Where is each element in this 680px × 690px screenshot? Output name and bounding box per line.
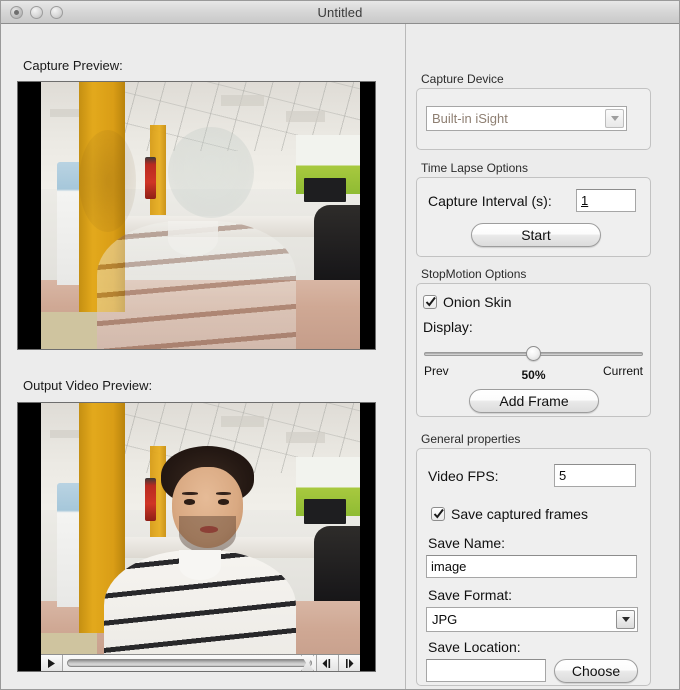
slider-min-label: Prev	[424, 364, 449, 378]
chevron-down-icon[interactable]	[605, 109, 624, 128]
slider-max-label: Current	[602, 364, 643, 378]
capture-preview-view	[17, 81, 376, 350]
video-fps-input[interactable]: 5	[554, 464, 636, 487]
chevron-down-icon[interactable]	[616, 610, 635, 629]
title-bar: Untitled	[1, 1, 679, 24]
save-frames-label: Save captured frames	[451, 506, 588, 522]
save-frames-checkbox[interactable]	[431, 507, 445, 521]
step-forward-button[interactable]	[339, 655, 361, 671]
onion-skin-label: Onion Skin	[443, 294, 512, 310]
minimize-button-icon[interactable]	[30, 5, 43, 19]
video-scrubber[interactable]	[63, 655, 317, 671]
save-format-value: JPG	[432, 612, 458, 627]
capture-preview-label: Capture Preview:	[23, 58, 123, 73]
window-title: Untitled	[317, 4, 363, 20]
step-button-group	[316, 655, 361, 671]
capture-device-value: Built-in iSight	[432, 111, 508, 126]
preview-panel: Capture Preview: Output Video Preview:	[1, 24, 405, 689]
general-group-title: General properties	[421, 432, 521, 446]
output-preview-label: Output Video Preview:	[23, 378, 153, 393]
onion-skin-checkbox[interactable]	[423, 295, 437, 309]
play-button[interactable]	[41, 655, 64, 671]
traffic-light-group	[10, 5, 63, 19]
save-name-input[interactable]: image	[426, 555, 637, 578]
save-frames-checkbox-row[interactable]: Save captured frames	[431, 506, 588, 522]
choose-button[interactable]: Choose	[554, 659, 638, 683]
time-lapse-group-title: Time Lapse Options	[421, 161, 528, 175]
onion-skin-checkbox-row[interactable]: Onion Skin	[423, 294, 511, 310]
zoom-button-icon[interactable]	[50, 5, 63, 19]
stopmotion-group-title: StopMotion Options	[421, 267, 527, 281]
start-button[interactable]: Start	[471, 223, 601, 247]
person-subject	[18, 403, 375, 671]
slider-thumb[interactable]	[526, 346, 541, 361]
save-location-label: Save Location:	[428, 639, 521, 655]
save-format-label: Save Format:	[428, 587, 513, 603]
add-frame-button[interactable]: Add Frame	[469, 389, 599, 413]
close-button-icon[interactable]	[10, 5, 23, 19]
save-name-label: Save Name:	[428, 535, 506, 551]
display-label: Display:	[423, 319, 473, 335]
settings-panel: Capture Device Built-in iSight Time Laps…	[406, 24, 679, 689]
capture-interval-input[interactable]: 1	[576, 189, 636, 212]
stopmotion-app-window: Untitled Capture Preview: Output Video P…	[0, 0, 680, 690]
save-format-select[interactable]: JPG	[426, 607, 638, 632]
output-video-view	[17, 402, 376, 672]
onion-skin-overlay	[18, 82, 375, 349]
window-content: Capture Preview: Output Video Preview: C…	[1, 24, 679, 689]
capture-device-group-title: Capture Device	[421, 72, 504, 86]
step-back-button[interactable]	[317, 655, 340, 671]
capture-interval-label: Capture Interval (s):	[428, 193, 552, 209]
video-player-controls[interactable]	[41, 654, 361, 671]
video-fps-label: Video FPS:	[428, 468, 499, 484]
slider-value-label: 50%	[521, 368, 546, 382]
save-location-input[interactable]	[426, 659, 546, 682]
capture-device-select[interactable]: Built-in iSight	[426, 106, 627, 131]
onion-skin-slider[interactable]: Prev Current 50%	[424, 346, 643, 382]
